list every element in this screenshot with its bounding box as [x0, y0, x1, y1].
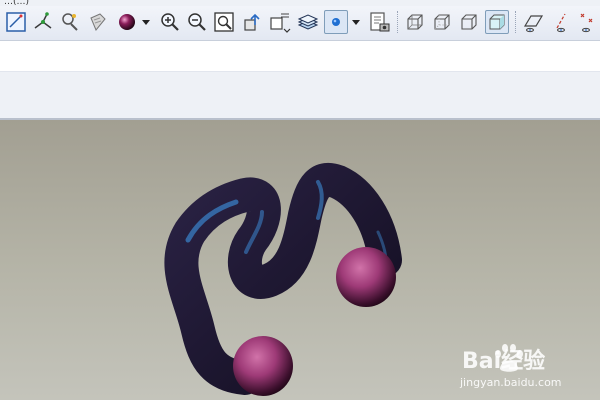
saved-view-button[interactable] [368, 10, 392, 34]
3d-note-button[interactable] [86, 10, 110, 34]
no-hidden-button[interactable] [457, 10, 481, 34]
chevron-down-icon [352, 20, 360, 25]
appearance-sphere-icon [119, 14, 135, 30]
toolbar-separator [515, 11, 517, 33]
zoom-out-icon [188, 13, 206, 31]
datum-plane-display-icon [523, 15, 544, 33]
view-manager-button[interactable] [324, 10, 348, 34]
zoom-fit-button[interactable] [212, 10, 236, 34]
datum-point-display-icon [580, 13, 593, 33]
saved-view-icon [370, 12, 390, 32]
datum-axis-button[interactable] [31, 10, 55, 34]
regenerate-icon [62, 13, 78, 31]
3d-note-icon [90, 13, 106, 31]
display-style-no-hidden-icon [461, 14, 477, 30]
menu-bar: …(…) [0, 0, 600, 7]
chevron-down-icon [142, 20, 150, 25]
wireframe-button[interactable] [403, 10, 427, 34]
named-view-button[interactable] [268, 10, 292, 34]
display-style-shaded-icon [489, 14, 505, 30]
sketch-tool-icon [6, 12, 26, 32]
view-manager-dropdown[interactable] [350, 10, 362, 34]
status-bar: 智能 [0, 72, 600, 189]
named-view-icon [270, 13, 291, 33]
orient-icon [244, 13, 260, 31]
watermark-brand: Bai经验 [462, 349, 546, 374]
end-sphere-lower[interactable] [233, 336, 293, 396]
hidden-line-button[interactable] [430, 10, 454, 34]
watermark-url: jingyan.baidu.com [460, 376, 562, 389]
menu-fragment[interactable]: …(…) [4, 0, 29, 7]
shaded-button[interactable] [485, 10, 509, 34]
appearance-button[interactable] [116, 10, 140, 34]
ribbon-empty-area [0, 41, 600, 72]
end-sphere-upper[interactable] [336, 247, 396, 307]
layers-icon [297, 14, 319, 30]
datum-point-display-button[interactable] [575, 10, 599, 34]
zoom-fit-icon [214, 12, 234, 32]
display-style-wireframe-icon [407, 14, 423, 30]
zoom-in-button[interactable] [158, 10, 182, 34]
display-style-hidden-icon [434, 14, 450, 30]
datum-axis-display-icon [556, 13, 566, 33]
toolbar-separator [397, 11, 399, 33]
datum-axis-icon [34, 12, 52, 29]
zoom-in-icon [161, 13, 179, 31]
view-manager-icon [332, 18, 340, 26]
datum-plane-display-button[interactable] [521, 10, 545, 34]
datum-axis-display-button[interactable] [549, 10, 573, 34]
layers-button[interactable] [296, 10, 320, 34]
sketch-tool-button[interactable] [4, 10, 28, 34]
regenerate-button[interactable] [58, 10, 82, 34]
zoom-out-button[interactable] [185, 10, 209, 34]
orient-button[interactable] [240, 10, 264, 34]
appearance-dropdown[interactable] [140, 10, 152, 34]
main-toolbar: …(…) [0, 0, 600, 41]
